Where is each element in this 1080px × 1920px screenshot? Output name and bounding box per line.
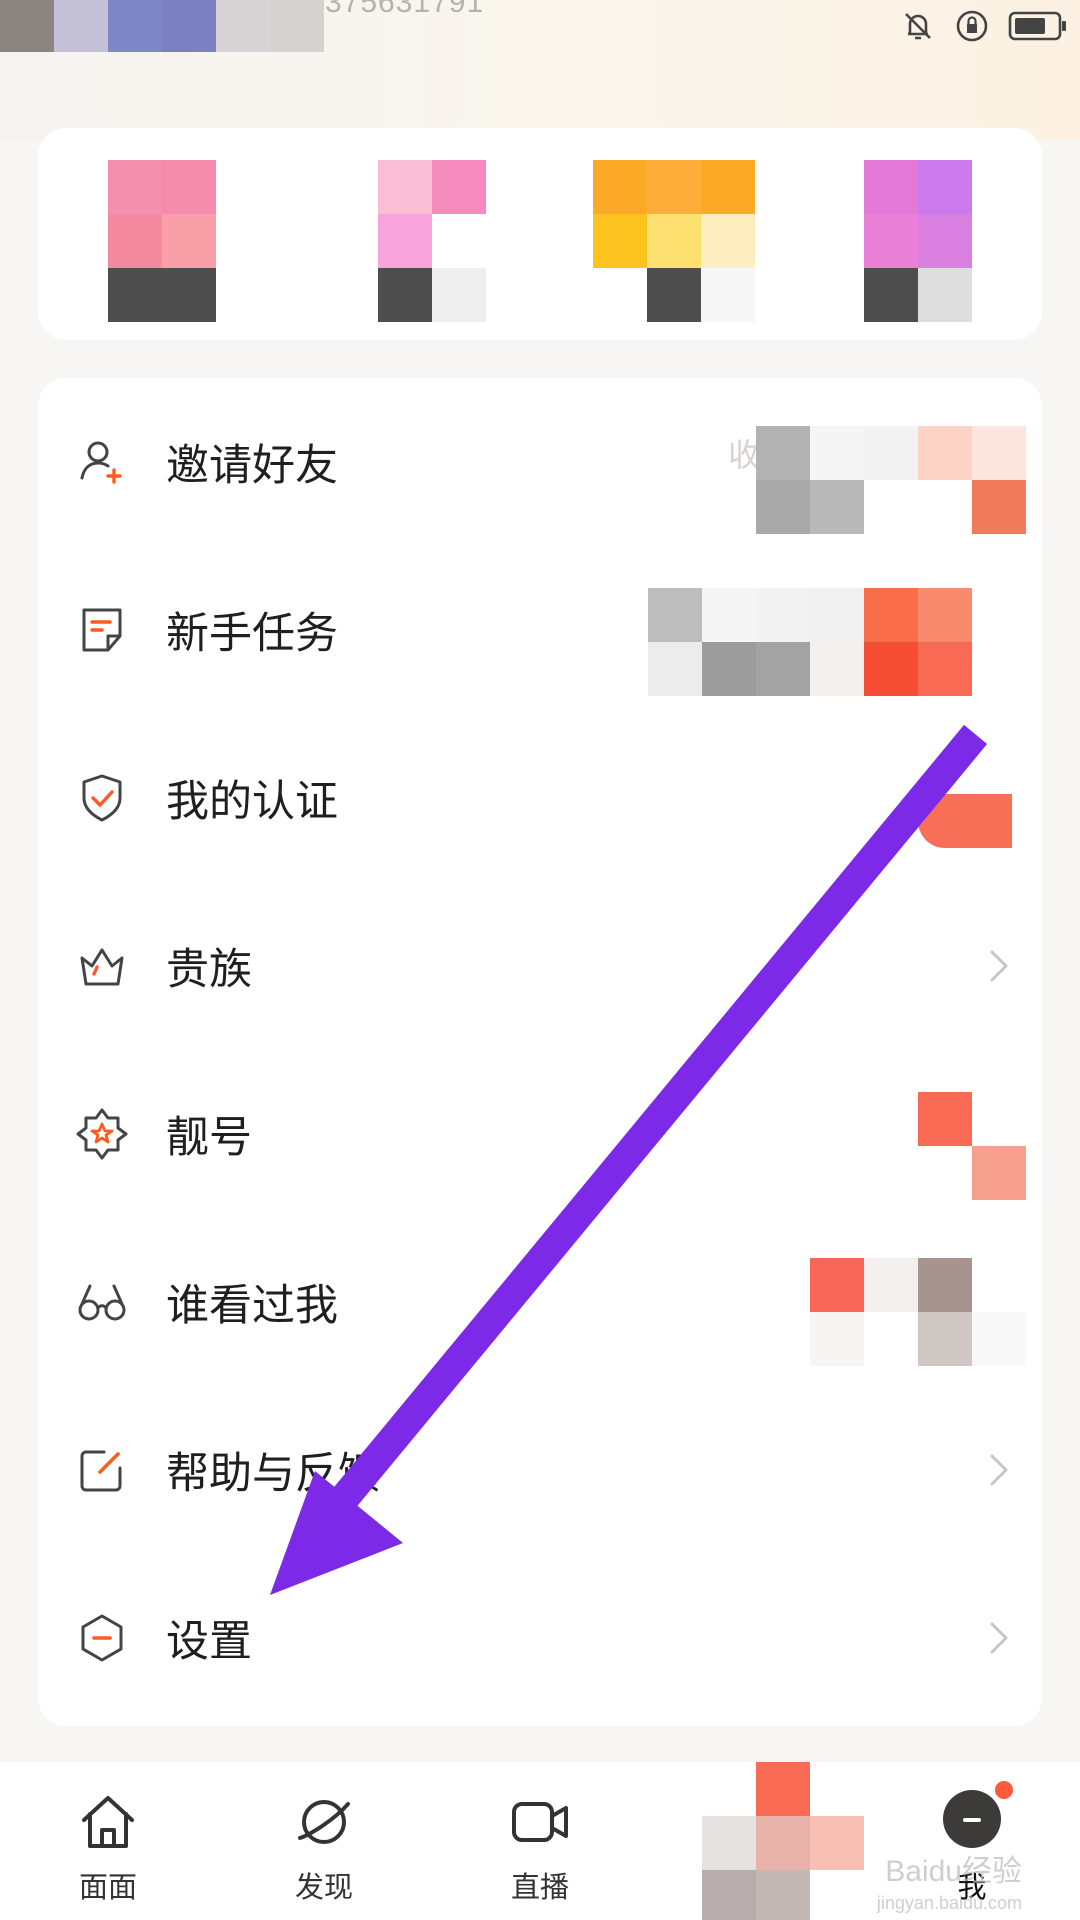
- battery-icon: [1008, 11, 1066, 41]
- chevron-right-icon: [990, 1454, 1008, 1486]
- pixelated-trailing-info: [810, 1258, 1026, 1366]
- tab-live[interactable]: 直播: [450, 1762, 630, 1920]
- menu-item-label: 靓号: [166, 1113, 252, 1163]
- crown-icon: [80, 948, 124, 986]
- pixelated-avatar-strip: [0, 0, 324, 52]
- menu-item-invite-friends[interactable]: 邀请好友 收: [38, 378, 1042, 546]
- menu-item-label: 设置: [166, 1617, 252, 1667]
- menu-item-label: 帮助与反馈: [166, 1449, 381, 1499]
- menu-item-newbie-tasks[interactable]: 新手任务 悬: [38, 546, 1042, 714]
- task-note-icon: [82, 608, 122, 652]
- menu-item-who-viewed-me[interactable]: 谁看过我: [38, 1218, 1042, 1386]
- avatar-icon: [943, 1790, 1001, 1848]
- watermark-text: Baidu经验: [885, 1855, 1022, 1888]
- menu-item-label: 贵族: [166, 945, 252, 995]
- bottom-tab-bar: 面面 发现 直播 我 Baidu经验 jingyan.baidu.com: [0, 1762, 1080, 1920]
- tab-label: 面面: [78, 1870, 137, 1904]
- notification-dot: [992, 1778, 1016, 1802]
- shortcut-1-icon[interactable]: [108, 160, 216, 322]
- status-bar: 375631791: [0, 0, 1080, 60]
- bell-off-icon: [905, 13, 931, 40]
- star-badge-icon: [76, 1108, 128, 1160]
- shortcut-2-icon[interactable]: [378, 160, 486, 322]
- planet-icon: [298, 1800, 350, 1844]
- menu-item-settings[interactable]: 设置: [38, 1554, 1042, 1722]
- tab-home[interactable]: 面面: [18, 1762, 198, 1920]
- video-camera-icon: [512, 1802, 568, 1842]
- add-user-icon: [80, 441, 122, 484]
- menu-item-label: 我的认证: [166, 777, 338, 827]
- tab-discover[interactable]: 发现: [234, 1762, 414, 1920]
- shortcut-card: [38, 128, 1042, 340]
- pixelated-trailing-info: [756, 426, 1026, 534]
- settings-hexagon-icon: [81, 1614, 123, 1662]
- menu-item-vanity-number[interactable]: 靓号: [38, 1050, 1042, 1218]
- shield-check-icon: [82, 774, 122, 822]
- menu-item-help-feedback[interactable]: 帮助与反馈: [38, 1386, 1042, 1554]
- menu-item-my-verification[interactable]: 我的认证: [38, 714, 1042, 882]
- glasses-icon: [78, 1284, 126, 1321]
- menu-item-label: 谁看过我: [166, 1281, 338, 1331]
- shortcut-4-icon[interactable]: [864, 160, 972, 322]
- pixelated-floating-widget: [702, 1762, 864, 1920]
- chevron-right-icon: [990, 950, 1008, 982]
- menu-item-label: 邀请好友: [166, 441, 338, 491]
- pixelated-badge: [918, 794, 1012, 848]
- pixelated-trailing-info: [648, 588, 972, 696]
- tab-label: 直播: [510, 1870, 569, 1904]
- pixelated-trailing-info: [918, 1092, 1026, 1200]
- menu-item-nobility[interactable]: 贵族: [38, 882, 1042, 1050]
- chevron-right-icon: [990, 1622, 1008, 1654]
- menu-item-label: 新手任务: [166, 609, 338, 659]
- menu-card: 邀请好友 收 新手任务 悬 我的认证: [38, 378, 1042, 1726]
- watermark-subtext: jingyan.baidu.com: [876, 1893, 1022, 1913]
- edit-square-icon: [80, 1450, 122, 1492]
- shortcut-3-icon[interactable]: [593, 160, 755, 322]
- user-id-text: 375631791: [325, 0, 485, 19]
- home-icon: [82, 1796, 134, 1848]
- tab-label: 发现: [294, 1870, 353, 1904]
- rotation-lock-icon: [956, 10, 988, 42]
